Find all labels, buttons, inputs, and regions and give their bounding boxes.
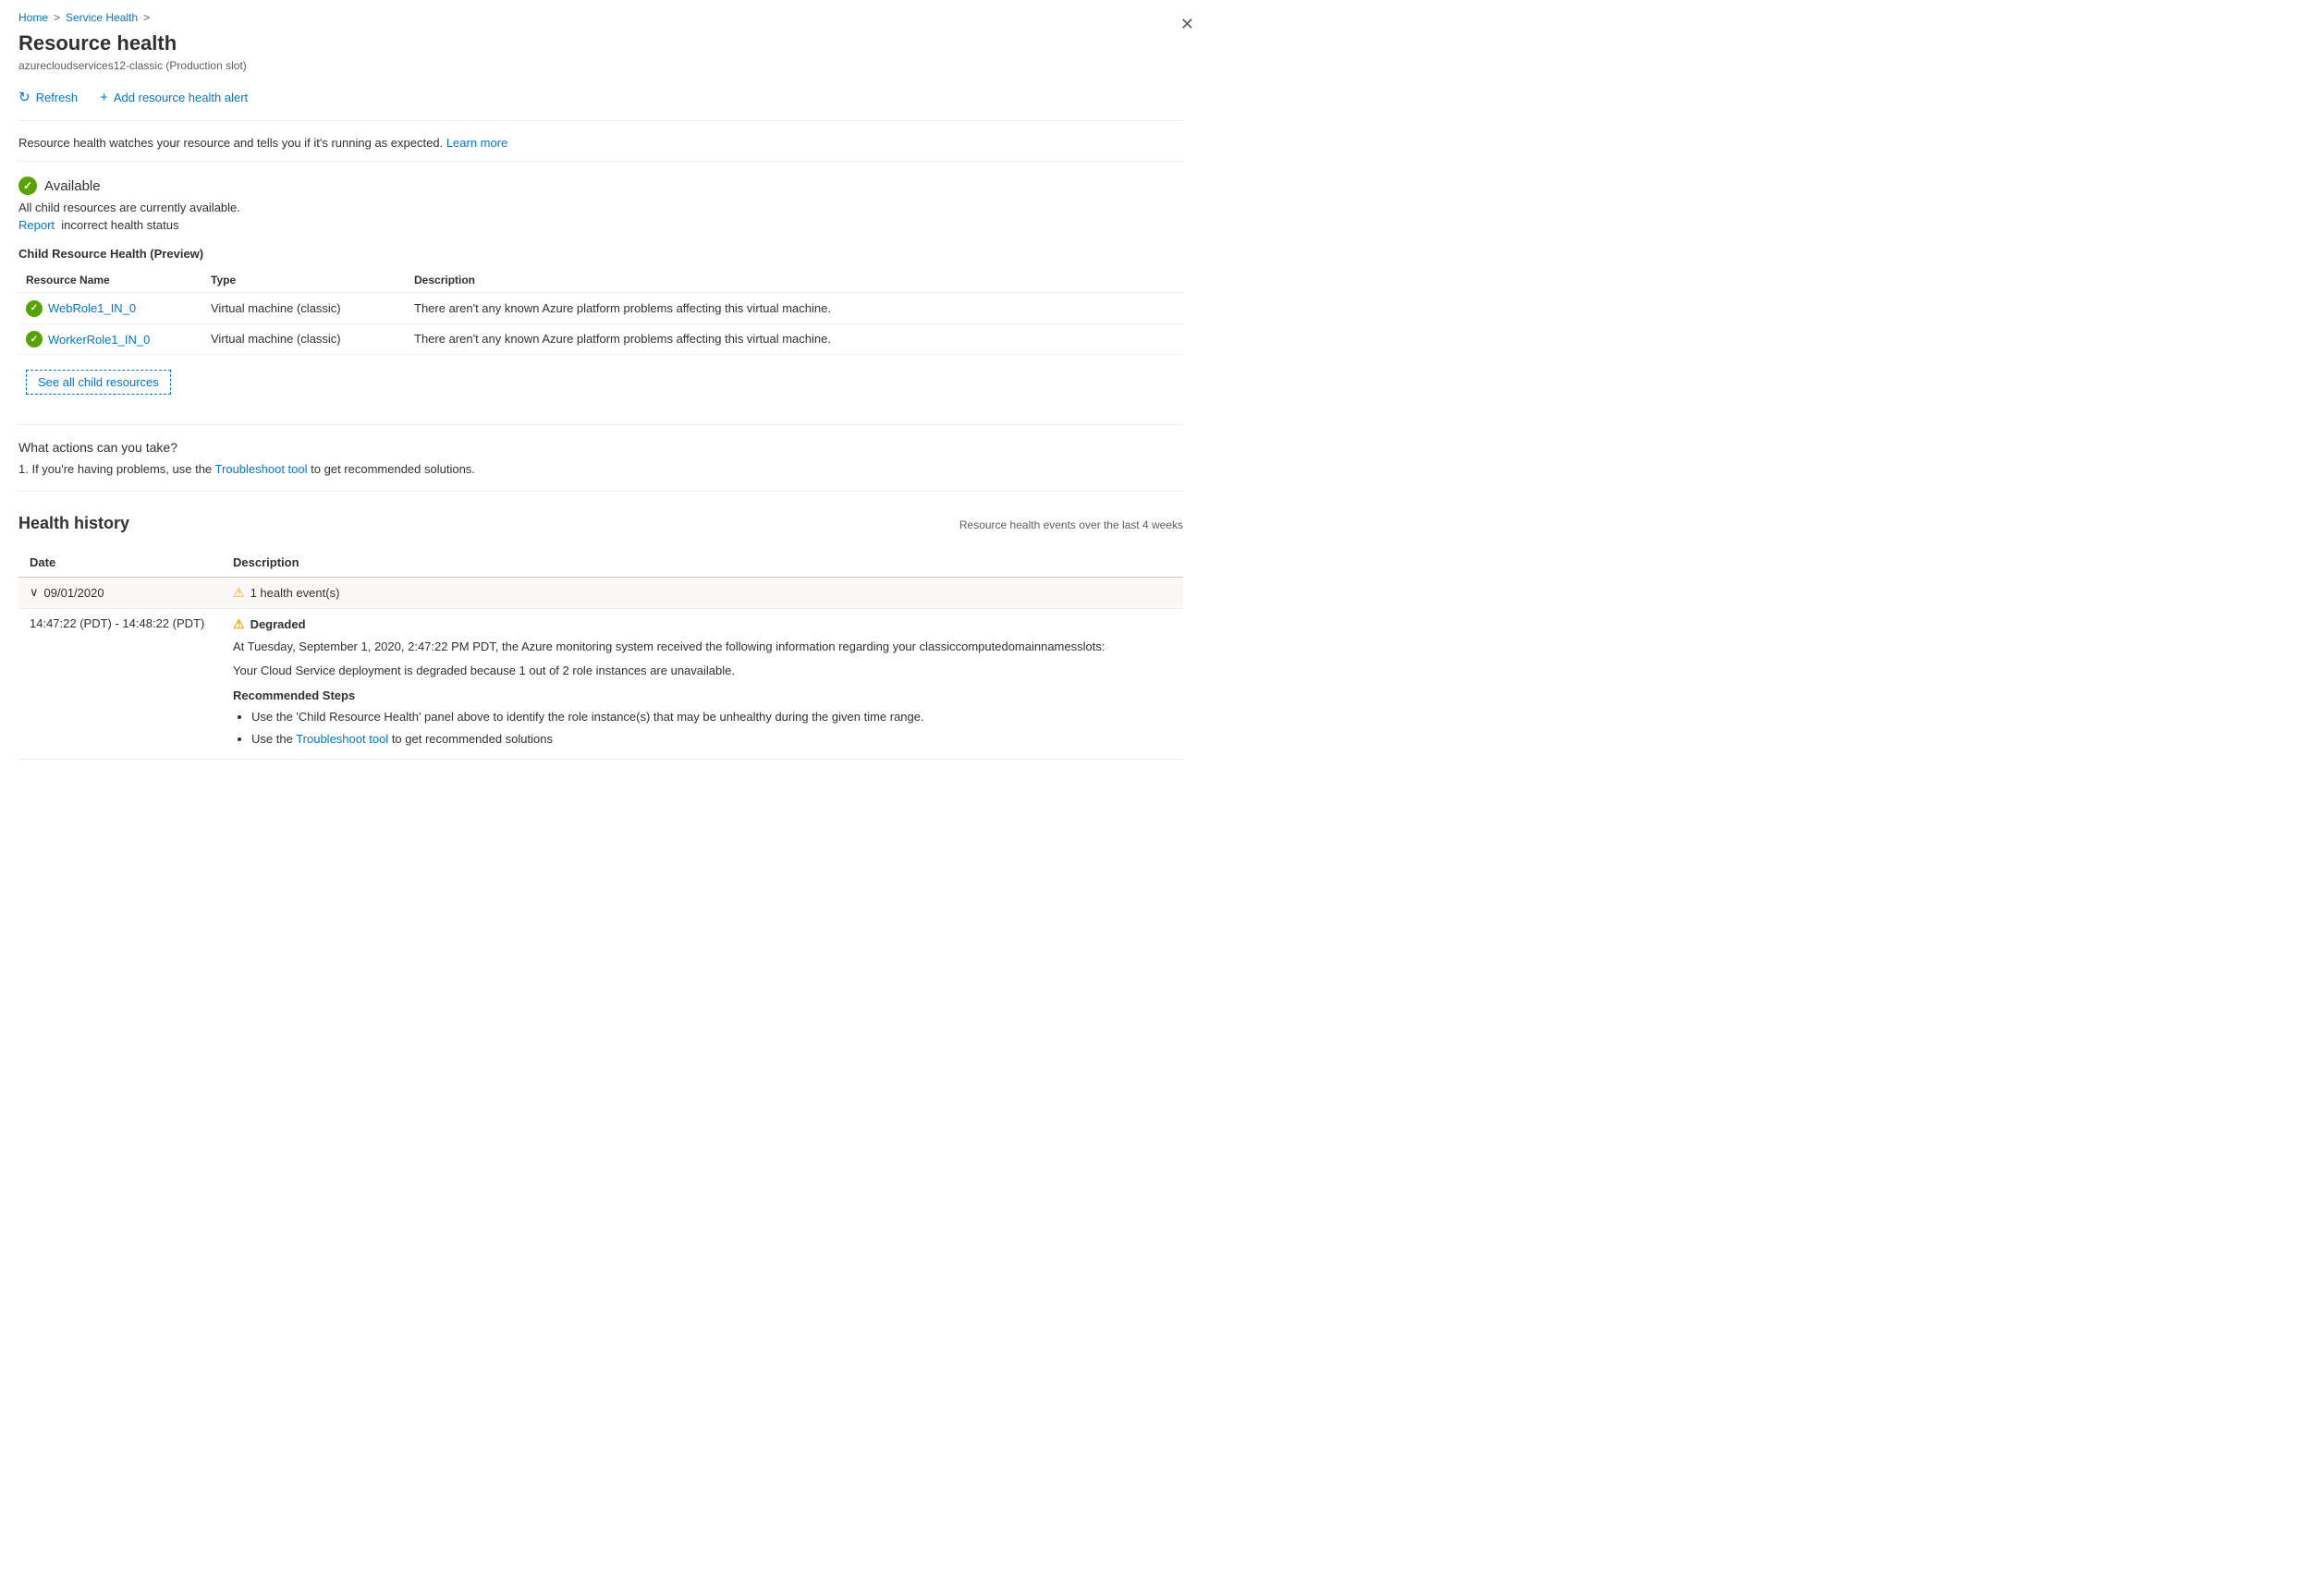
see-all-child-resources-button[interactable]: See all child resources [26,370,171,395]
status-row: ✓ Available [18,177,1183,195]
resource-name-cell: ✓ WorkerRole1_IN_0 [18,323,203,355]
resource-type-cell: Virtual machine (classic) [203,293,407,324]
learn-more-link[interactable]: Learn more [446,136,507,150]
action-suffix: to get recommended solutions. [311,462,475,476]
bullet-2-prefix: Use the [251,732,293,746]
report-row: Report incorrect health status [18,218,1183,232]
history-title: Health history [18,514,129,533]
history-event-row: 14:47:22 (PDT) - 14:48:22 (PDT) ⚠ Degrad… [18,609,1183,760]
col-type: Type [203,268,407,293]
warning-triangle-icon: ⚠ [233,585,245,601]
status-description: All child resources are currently availa… [18,201,1183,214]
history-subtitle: Resource health events over the last 4 w… [959,518,1183,531]
refresh-button[interactable]: ↻ Refresh [18,85,78,109]
child-resource-title: Child Resource Health (Preview) [18,247,1183,261]
resource-desc-cell: There aren't any known Azure platform pr… [407,293,1183,324]
bullet-2: Use the Troubleshoot tool to get recomme… [251,730,1172,749]
divider-1 [18,424,1183,425]
history-date-cell: ∨ 09/01/2020 [18,578,222,609]
report-link[interactable]: Report [18,218,55,232]
check-icon: ✓ [23,179,32,192]
table-row: ✓ WorkerRole1_IN_0 Virtual machine (clas… [18,323,1183,355]
event-body-2: Your Cloud Service deployment is degrade… [233,662,1172,680]
status-label: Available [44,178,101,194]
history-date-desc: ⚠ 1 health event(s) [222,578,1183,609]
toolbar: ↻ Refresh + Add resource health alert [18,85,1183,121]
divider-2 [18,491,1183,492]
close-icon: ✕ [1180,15,1194,33]
col-resource-name: Resource Name [18,268,203,293]
event-detail: ⚠ Degraded At Tuesday, September 1, 2020… [222,609,1183,760]
history-date-row: ∨ 09/01/2020 ⚠ 1 health event(s) [18,578,1183,609]
event-body-1: At Tuesday, September 1, 2020, 2:47:22 P… [233,638,1172,656]
breadcrumb-home[interactable]: Home [18,11,48,24]
breadcrumb-sep-1: > [54,11,60,24]
action-prefix: 1. If you're having problems, use the [18,462,212,476]
event-badge: ⚠ 1 health event(s) [233,585,1172,601]
health-history-section: Health history Resource health events ov… [18,514,1183,760]
resource-name-cell: ✓ WebRole1_IN_0 [18,293,203,324]
page-title: Resource health [18,31,1183,55]
degraded-warning-icon: ⚠ [233,616,245,632]
degraded-title: ⚠ Degraded [233,616,1172,632]
close-button[interactable]: ✕ [1173,11,1202,38]
page-subtitle: azurecloudservices12-classic (Production… [18,59,1183,72]
available-status-icon: ✓ [18,177,37,195]
resource-name-link[interactable]: WorkerRole1_IN_0 [48,333,150,347]
history-col-date: Date [18,548,222,578]
info-bar: Resource health watches your resource an… [18,136,1183,162]
troubleshoot-link[interactable]: Troubleshoot tool [215,462,308,476]
event-count: 1 health event(s) [250,586,340,600]
info-text: Resource health watches your resource an… [18,136,443,150]
breadcrumb-sep-2: > [143,11,150,24]
refresh-icon: ↻ [18,89,31,105]
resource-type-cell: Virtual machine (classic) [203,323,407,355]
col-description: Description [407,268,1183,293]
status-section: ✓ Available All child resources are curr… [18,177,1183,232]
event-time: 14:47:22 (PDT) - 14:48:22 (PDT) [18,609,222,760]
bullet-2-troubleshoot-link[interactable]: Troubleshoot tool [296,732,388,746]
action-item-1: 1. If you're having problems, use the Tr… [18,462,1183,476]
history-col-desc: Description [222,548,1183,578]
table-row: ✓ WebRole1_IN_0 Virtual machine (classic… [18,293,1183,324]
plus-icon: + [100,90,108,105]
history-table: Date Description ∨ 09/01/2020 ⚠ [18,548,1183,760]
actions-section: What actions can you take? 1. If you're … [18,440,1183,476]
row-check-icon: ✓ [26,331,43,347]
resource-desc-cell: There aren't any known Azure platform pr… [407,323,1183,355]
see-all-container: See all child resources [18,362,1183,409]
report-text: incorrect health status [58,218,179,232]
chevron-down-icon: ∨ [30,585,39,600]
recommended-steps-title: Recommended Steps [233,688,1172,702]
child-resource-section: Child Resource Health (Preview) Resource… [18,247,1183,409]
add-alert-button[interactable]: + Add resource health alert [100,86,248,109]
date-value: 09/01/2020 [44,586,104,600]
add-alert-label: Add resource health alert [114,91,248,104]
bullet-2-suffix: to get recommended solutions [392,732,553,746]
bullet-1: Use the 'Child Resource Health' panel ab… [251,708,1172,726]
resource-table: Resource Name Type Description ✓ WebRole… [18,268,1183,355]
actions-title: What actions can you take? [18,440,1183,455]
breadcrumb-service-health[interactable]: Service Health [66,11,138,24]
row-check-icon: ✓ [26,300,43,317]
breadcrumb: Home > Service Health > [18,11,1183,24]
resource-name-link[interactable]: WebRole1_IN_0 [48,301,136,315]
refresh-label: Refresh [36,91,79,104]
history-header: Health history Resource health events ov… [18,514,1183,533]
degraded-label: Degraded [250,617,306,631]
recommended-bullets: Use the 'Child Resource Health' panel ab… [233,708,1172,748]
date-expand[interactable]: ∨ 09/01/2020 [30,585,211,600]
